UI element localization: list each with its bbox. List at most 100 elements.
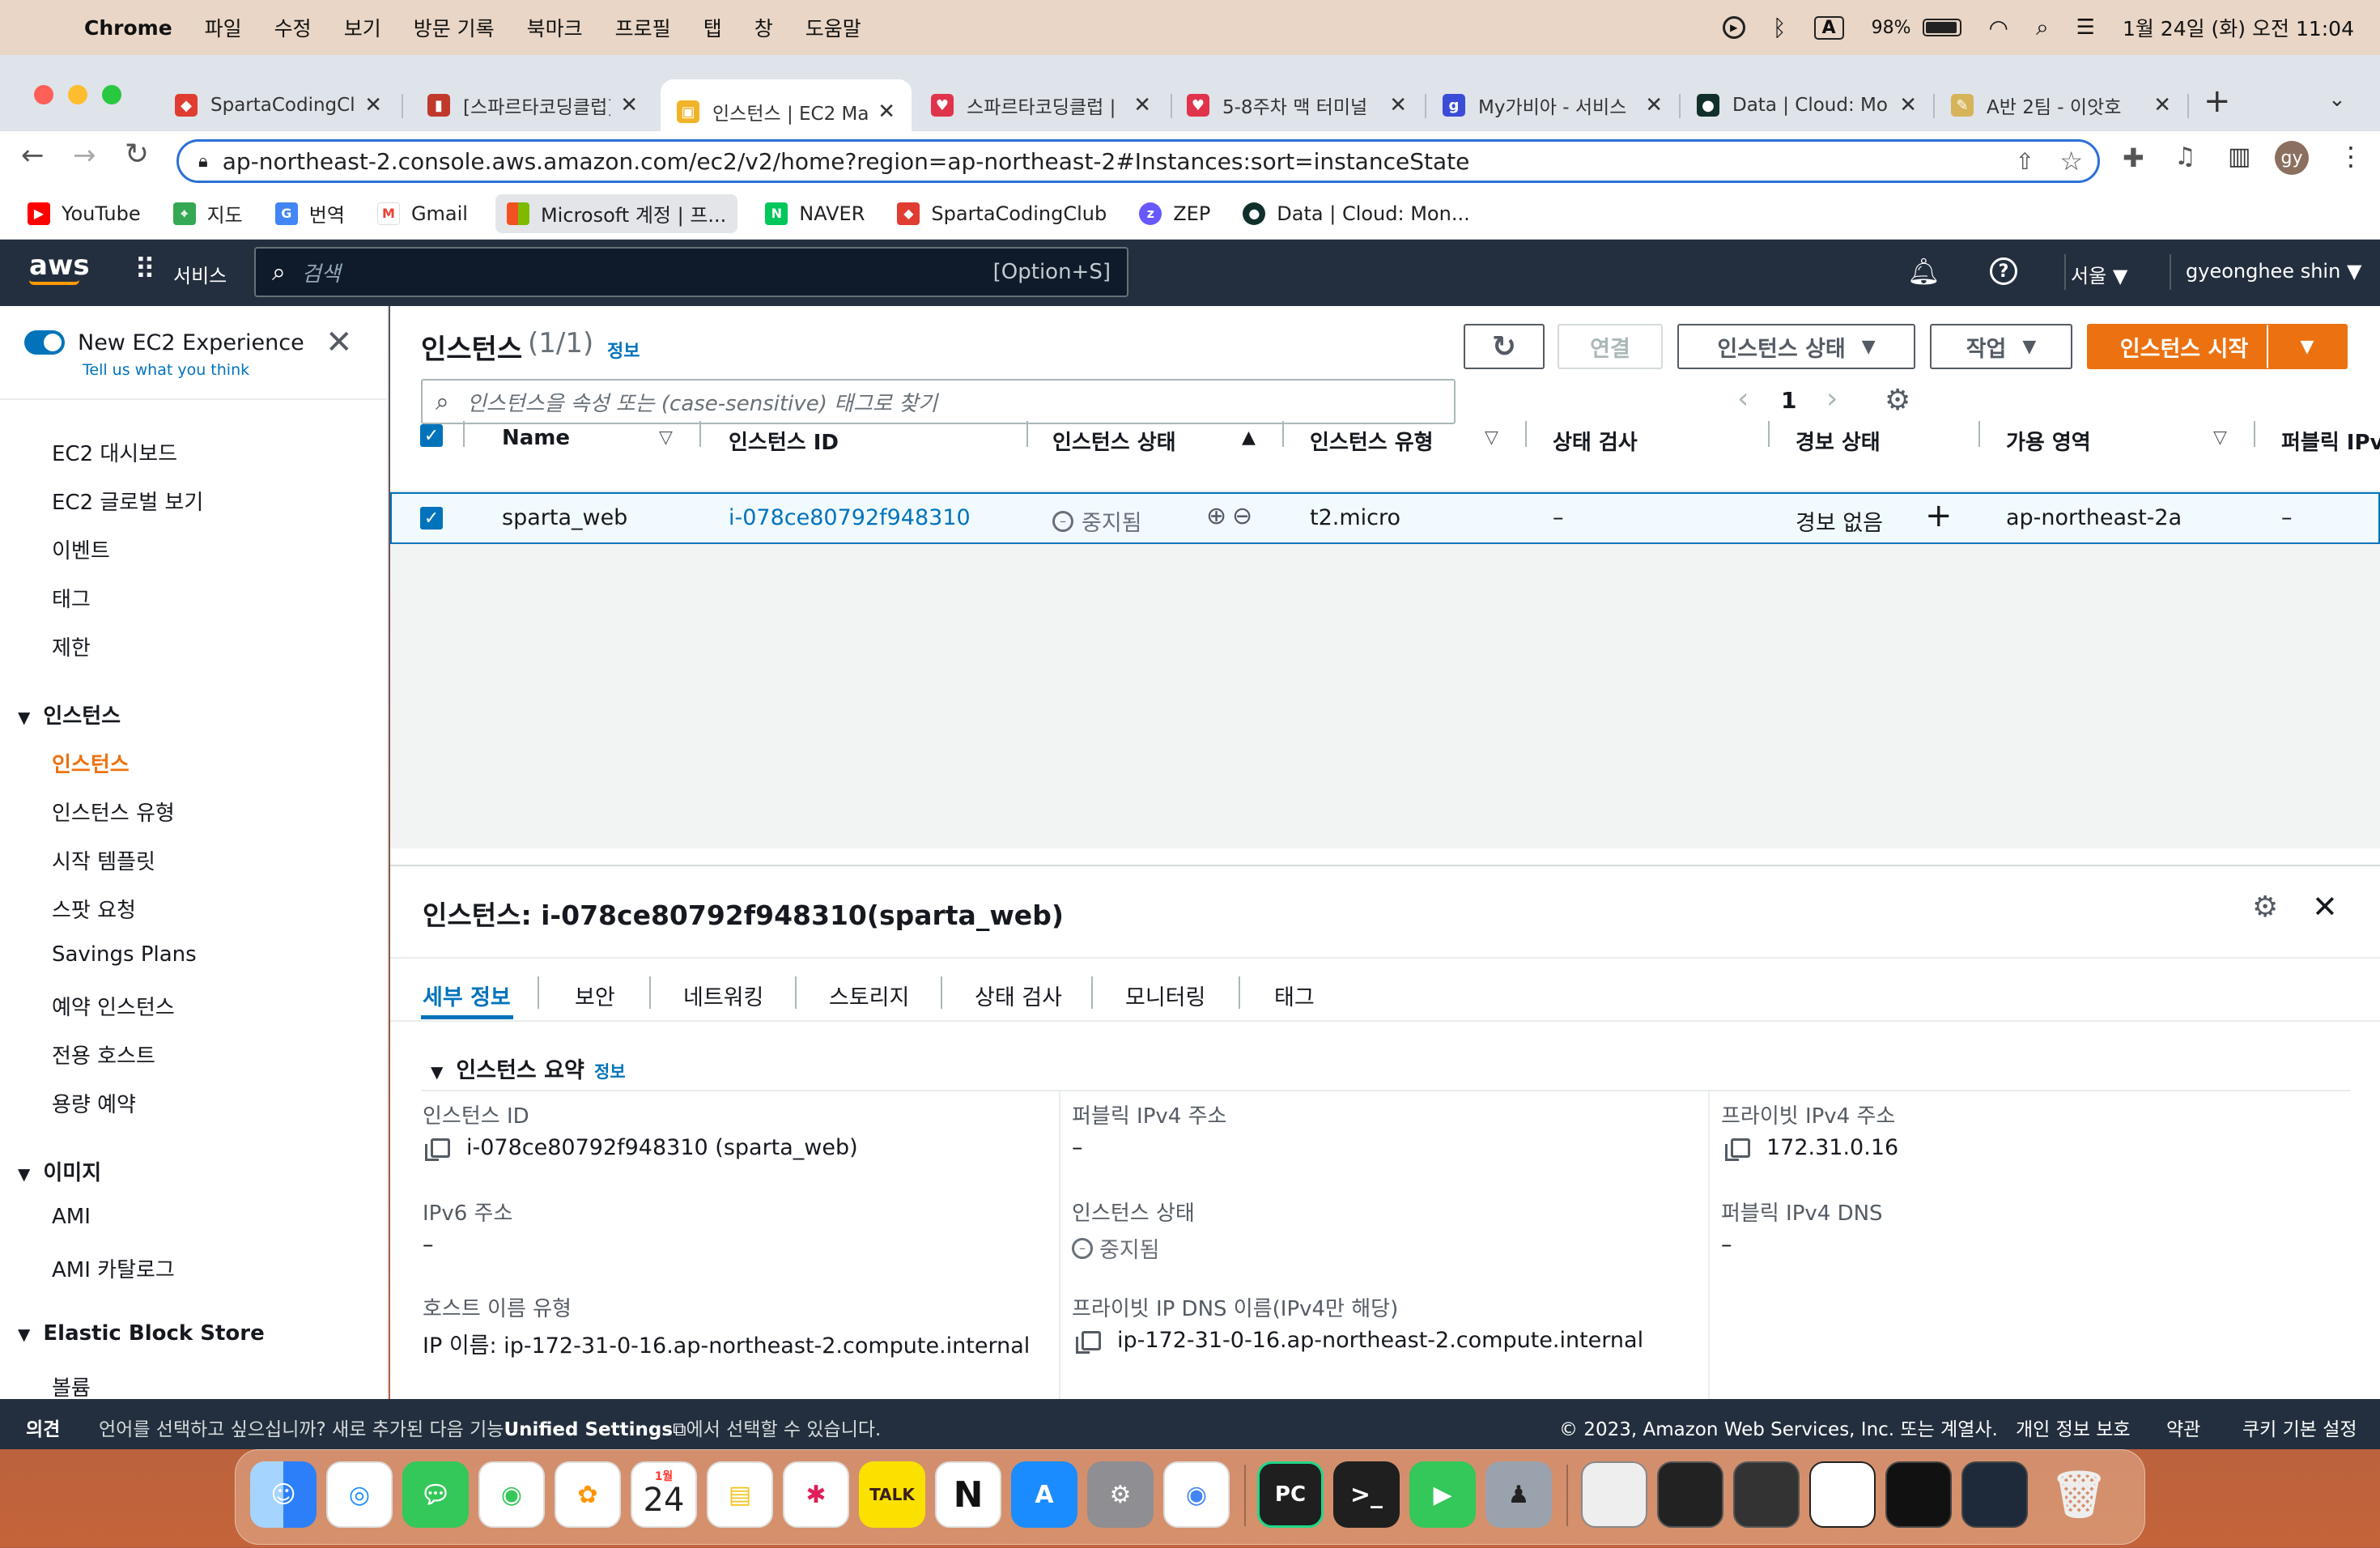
add-alarm-icon[interactable]: + xyxy=(1925,497,1953,534)
battery-icon[interactable] xyxy=(1922,19,1961,36)
actions-button[interactable]: 작업 ▼ xyxy=(1930,324,2072,369)
new-tab-icon[interactable]: + xyxy=(2204,83,2231,120)
back-icon[interactable]: ← xyxy=(21,139,45,172)
bookmark-maps[interactable]: ⌖ 지도 xyxy=(168,194,248,233)
sort-icon[interactable]: ▽ xyxy=(2213,427,2227,448)
zoom-in-icon[interactable]: ⊕ xyxy=(1206,502,1226,530)
browser-tab[interactable]: ♥ 5-8주차 맥 터미널 ✕ xyxy=(1171,79,1423,131)
pycharm-icon[interactable]: PC xyxy=(1257,1461,1324,1528)
finder-icon[interactable]: ☺ xyxy=(250,1461,317,1528)
photos-icon[interactable]: ✿ xyxy=(555,1461,621,1528)
window-thumbnail-icon[interactable] xyxy=(1809,1461,1876,1528)
tab-close-icon[interactable]: ✕ xyxy=(2153,93,2171,117)
sidebar-item-instance-types[interactable]: 인스턴스 유형 xyxy=(52,797,175,827)
safari-icon[interactable]: ◎ xyxy=(326,1461,393,1528)
sidebar-item-instances[interactable]: 인스턴스 xyxy=(52,748,130,778)
col-header-status-check[interactable]: 상태 검사 xyxy=(1553,426,1638,456)
browser-tab[interactable]: ♥ 스파르타코딩클럽 | ✕ xyxy=(915,79,1167,131)
tab-close-icon[interactable]: ✕ xyxy=(878,100,895,124)
col-header-alarm-status[interactable]: 경보 상태 xyxy=(1796,426,1881,456)
app-icon[interactable]: ♟ xyxy=(1485,1461,1552,1528)
bookmark-star-icon[interactable]: ☆ xyxy=(2059,146,2083,176)
bookmark-microsoft[interactable]: Microsoft 계정 | 프... xyxy=(495,194,738,233)
reload-icon[interactable]: ↻ xyxy=(125,138,149,171)
url-bar[interactable]: 🔒︎ ap-northeast-2.console.aws.amazon.com… xyxy=(176,139,2100,183)
help-icon[interactable]: ? xyxy=(1990,257,2017,285)
tab-tags[interactable]: 태그 xyxy=(1274,980,1315,1011)
browser-tab[interactable]: ✎ A반 2팀 - 이앗호 ✕ xyxy=(1935,79,2187,131)
bell-icon[interactable]: 🔔︎ xyxy=(1907,256,1940,287)
tab-close-icon[interactable]: ✕ xyxy=(1645,93,1663,117)
refresh-button[interactable]: ↻ xyxy=(1464,324,1545,369)
connect-button[interactable]: 연결 xyxy=(1558,324,1663,369)
tab-close-icon[interactable]: ✕ xyxy=(1899,93,1917,117)
close-icon[interactable]: ✕ xyxy=(325,324,353,361)
menu-profile[interactable]: 프로필 xyxy=(615,13,671,42)
copy-icon[interactable] xyxy=(1076,1330,1101,1354)
sidebar-group-ebs[interactable]: ▼ Elastic Block Store xyxy=(18,1321,265,1346)
menu-bookmarks[interactable]: 북마크 xyxy=(527,13,583,42)
kakaotalk-icon[interactable]: TALK xyxy=(859,1461,925,1528)
copy-icon[interactable] xyxy=(425,1138,450,1161)
bookmark-zep[interactable]: z ZEP xyxy=(1134,194,1215,233)
browser-tab[interactable]: g My가비아 - 서비스 ✕ xyxy=(1426,79,1679,131)
input-source-icon[interactable]: A xyxy=(1813,15,1844,40)
tab-monitoring[interactable]: 모니터링 xyxy=(1125,980,1205,1011)
control-center-icon[interactable]: ☰ xyxy=(2076,15,2095,40)
bookmark-spartacodingclub[interactable]: ◆ SpartaCodingClub xyxy=(892,194,1111,233)
select-all-checkbox[interactable]: ✓ xyxy=(420,424,443,447)
close-icon[interactable]: ✕ xyxy=(2312,889,2338,925)
forward-icon[interactable]: → xyxy=(73,139,96,172)
calendar-icon[interactable]: 1월 24 xyxy=(631,1461,697,1528)
col-header-name[interactable]: Name xyxy=(502,426,570,450)
col-header-instance-type[interactable]: 인스턴스 유형 xyxy=(1310,426,1434,456)
menu-tab[interactable]: 탭 xyxy=(703,13,722,42)
info-link[interactable]: 정보 xyxy=(607,337,640,363)
bluetooth-icon[interactable]: ᛒ xyxy=(1773,15,1787,41)
sidebar-item-events[interactable]: 이벤트 xyxy=(52,534,110,564)
chrome-icon[interactable]: ◉ xyxy=(1163,1461,1230,1528)
tab-security[interactable]: 보안 xyxy=(575,980,615,1011)
app-store-icon[interactable]: A xyxy=(1011,1461,1077,1528)
tab-details[interactable]: 세부 정보 xyxy=(423,980,511,1011)
col-header-instance-id[interactable]: 인스턴스 ID xyxy=(729,426,839,456)
services-grid-icon[interactable]: ⠿ xyxy=(134,256,155,285)
wifi-icon[interactable]: ◠ xyxy=(1989,15,2008,41)
sidebar-item-launch-templates[interactable]: 시작 템플릿 xyxy=(52,845,155,875)
bookmark-translate[interactable]: G 번역 xyxy=(270,194,350,233)
facetime-icon[interactable]: ▶ xyxy=(1409,1461,1476,1528)
account-menu[interactable]: gyeonghee shin ▼ xyxy=(2186,260,2361,283)
launch-instances-button[interactable]: 인스턴스 시작 xyxy=(2087,324,2281,369)
summary-section-header[interactable]: ▼ 인스턴스 요약 xyxy=(431,1053,584,1084)
clock[interactable]: 1월 24일 (화) 오전 11:04 xyxy=(2123,13,2354,42)
trash-icon[interactable]: 🗑︎ xyxy=(2046,1461,2112,1528)
window-close-button[interactable] xyxy=(34,85,53,104)
bookmark-gmail[interactable]: M Gmail xyxy=(372,194,473,233)
sidebar-item-limits[interactable]: 제한 xyxy=(52,632,91,661)
spotlight-search-icon[interactable]: ⌕ xyxy=(2036,14,2049,41)
region-selector[interactable]: 서울 ▼ xyxy=(2071,260,2127,288)
extensions-icon[interactable]: ✚ xyxy=(2123,142,2144,173)
bookmark-mongodb[interactable]: ● Data | Cloud: Mon... xyxy=(1238,194,1474,233)
side-panel-icon[interactable]: ▥ xyxy=(2228,142,2250,171)
window-zoom-button[interactable] xyxy=(102,85,121,104)
window-thumbnail-icon[interactable] xyxy=(1885,1461,1952,1528)
prev-page-icon[interactable]: ‹ xyxy=(1737,382,1749,415)
unified-settings-link[interactable]: Unified Settings xyxy=(504,1419,673,1440)
privacy-link[interactable]: 개인 정보 보호 xyxy=(2016,1414,2131,1441)
notion-icon[interactable]: N xyxy=(935,1461,1001,1528)
tab-search-chevron-icon[interactable]: ⌄ xyxy=(2328,87,2346,112)
browser-tab[interactable]: ● Data | Cloud: Mo ✕ xyxy=(1681,79,1933,131)
zoom-out-icon[interactable]: ⊖ xyxy=(1232,502,1252,530)
bookmark-naver[interactable]: N NAVER xyxy=(760,194,869,233)
col-header-public-ipv4[interactable]: 퍼블릭 IPv xyxy=(2281,426,2380,456)
find-my-icon[interactable]: ◉ xyxy=(478,1461,545,1528)
menu-edit[interactable]: 수정 xyxy=(274,13,312,42)
sidebar-item-dashboard[interactable]: EC2 대시보드 xyxy=(52,437,177,467)
share-icon[interactable]: ⇧ xyxy=(2016,148,2034,175)
chrome-menu-icon[interactable]: ⋮ xyxy=(2338,141,2364,172)
window-minimize-button[interactable] xyxy=(68,85,87,104)
tab-close-icon[interactable]: ✕ xyxy=(364,93,382,117)
cookie-preferences-link[interactable]: 쿠키 기본 설정 xyxy=(2242,1414,2357,1441)
window-thumbnail-icon[interactable] xyxy=(1961,1461,2028,1528)
